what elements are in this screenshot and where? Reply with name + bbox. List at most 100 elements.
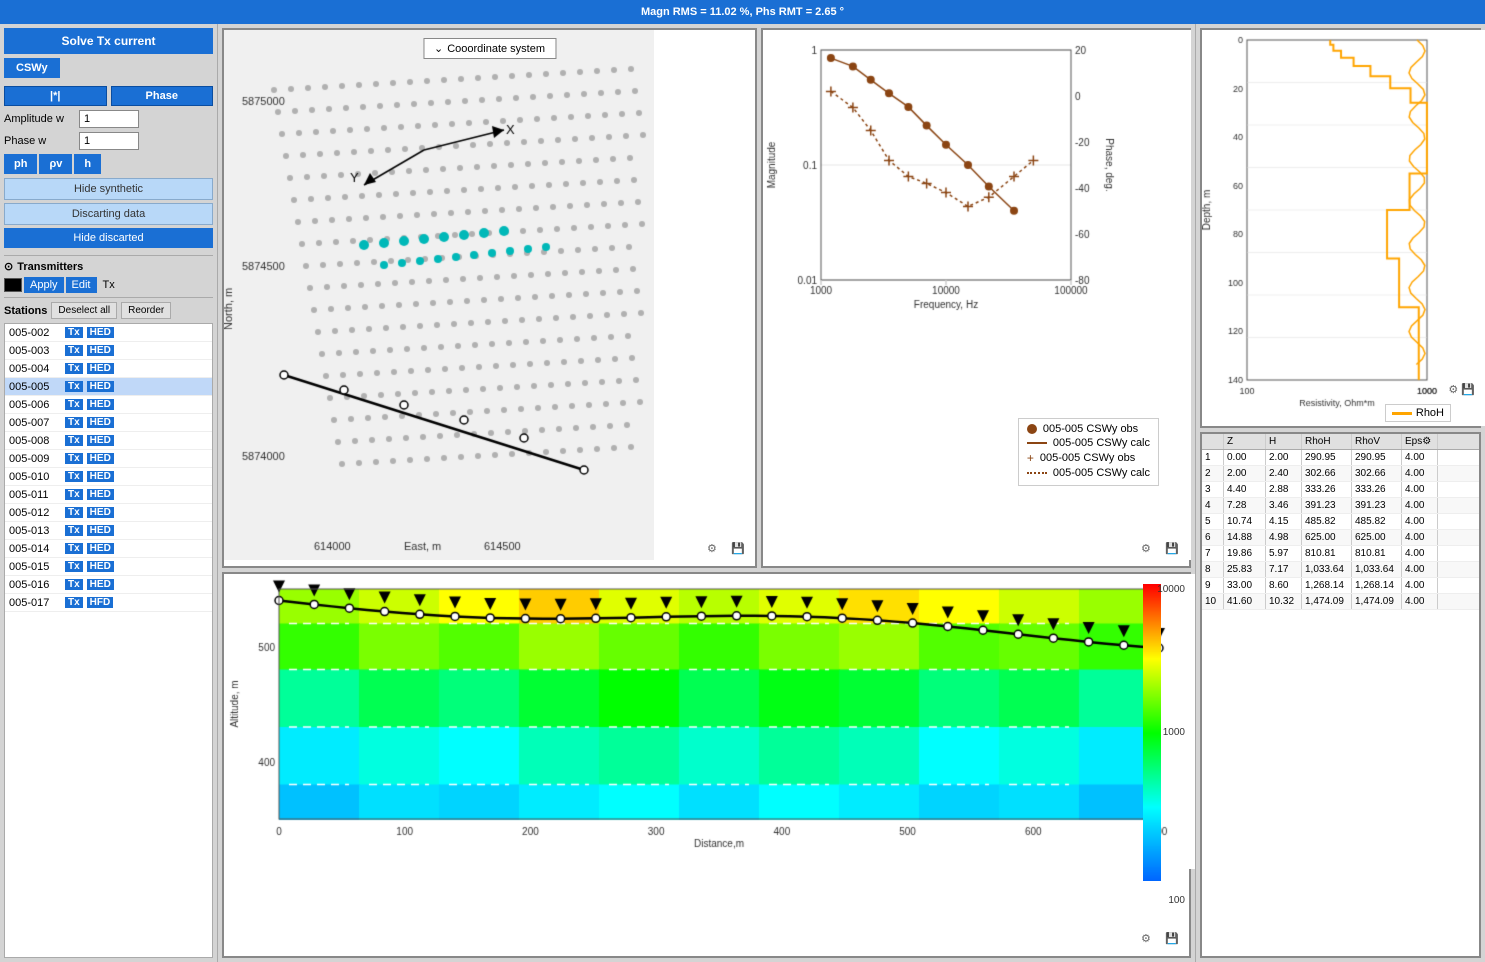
cell-z: 10.74 [1224,514,1266,529]
table-row[interactable]: 2 2.00 2.40 302.66 302.66 4.00 [1202,466,1479,482]
station-row[interactable]: 005-008 Tx HED [5,432,212,450]
depth-legend-label: RhoH [1416,407,1444,419]
depth-save-icon[interactable]: 💾 [1461,384,1475,396]
station-row[interactable]: 005-017 Tx HFD [5,594,212,612]
cell-rhov: 333.26 [1352,482,1402,497]
hide-synthetic-button[interactable]: Hide synthetic [4,178,213,200]
coordinate-system-button[interactable]: ⌄ Cooordinate system [423,38,556,59]
table-row[interactable]: 7 19.86 5.97 810.81 810.81 4.00 [1202,546,1479,562]
map-save-icon[interactable]: 💾 [731,542,749,560]
station-row[interactable]: 005-006 Tx HED [5,396,212,414]
cell-eps: 4.00 [1402,530,1438,545]
station-tx-badge: Tx [65,597,83,608]
cell-rhoh: 625.00 [1302,530,1352,545]
table-row[interactable]: 10 41.60 10.32 1,474.09 1,474.09 4.00 [1202,594,1479,610]
legend-cross-3: + [1027,451,1034,465]
rho-h-button[interactable]: h [74,154,101,174]
station-row[interactable]: 005-013 Tx HED [5,522,212,540]
table-row[interactable]: 3 4.40 2.88 333.26 333.26 4.00 [1202,482,1479,498]
table-row[interactable]: 6 14.88 4.98 625.00 625.00 4.00 [1202,530,1479,546]
station-row[interactable]: 005-011 Tx HED [5,486,212,504]
chart-panel-icons: ⚙ 💾 [1141,542,1183,560]
toggle-abs-button[interactable]: |*| [4,86,107,106]
apply-button[interactable]: Apply [24,277,64,293]
edit-button[interactable]: Edit [66,277,97,293]
station-row[interactable]: 005-010 Tx HED [5,468,212,486]
station-row[interactable]: 005-007 Tx HED [5,414,212,432]
station-hed-badge: HED [87,507,114,518]
station-hed-badge: HED [87,489,114,500]
station-tx-badge: Tx [65,453,83,464]
phase-input[interactable] [79,132,139,150]
station-name: 005-004 [9,363,61,375]
station-name: 005-010 [9,471,61,483]
station-row[interactable]: 005-009 Tx HED [5,450,212,468]
chart-gear-icon[interactable]: ⚙ [1141,542,1159,560]
station-name: 005-015 [9,561,61,573]
depth-gear-icon[interactable]: ⚙ [1448,384,1458,396]
station-row[interactable]: 005-012 Tx HED [5,504,212,522]
station-tx-badge: Tx [65,579,83,590]
station-name: 005-012 [9,507,61,519]
amplitude-input[interactable] [79,110,139,128]
solve-tx-button[interactable]: Solve Tx current [4,28,213,54]
station-row[interactable]: 005-016 Tx HED [5,576,212,594]
cell-idx: 1 [1202,450,1224,465]
discarting-data-button[interactable]: Discarting data [4,203,213,225]
station-row[interactable]: 005-014 Tx HED [5,540,212,558]
station-row[interactable]: 005-003 Tx HED [5,342,212,360]
top-bar: Magn RMS = 11.02 %, Phs RMT = 2.65 ° [0,0,1485,24]
map-canvas[interactable] [224,30,654,560]
table-row[interactable]: 4 7.28 3.46 391.23 391.23 4.00 [1202,498,1479,514]
collapse-transmitters-icon[interactable]: ⊙ [4,260,13,273]
station-tx-badge: Tx [65,399,83,410]
map-gear-icon[interactable]: ⚙ [707,542,725,560]
rho-pv-button[interactable]: ρv [39,154,72,174]
table-row[interactable]: 8 25.83 7.17 1,033.64 1,033.64 4.00 [1202,562,1479,578]
cross-gear-icon[interactable]: ⚙ [1141,932,1159,950]
station-hed-badge: HED [87,525,114,536]
station-tx-badge: Tx [65,345,83,356]
left-panel: Solve Tx current CSWy |*| Phase Amplitud… [0,24,218,962]
legend-label-4: 005-005 CSWy calc [1053,467,1150,479]
rho-ph-button[interactable]: ph [4,154,37,174]
station-hed-badge: HED [87,435,114,446]
station-hed-badge: HED [87,345,114,356]
col-header-idx [1202,434,1224,449]
cell-idx: 4 [1202,498,1224,513]
cell-rhov: 1,268.14 [1352,578,1402,593]
amplitude-label: Amplitude w [4,113,79,125]
station-name: 005-017 [9,597,61,609]
table-row[interactable]: 1 0.00 2.00 290.95 290.95 4.00 [1202,450,1479,466]
legend-dotted-4 [1027,472,1047,474]
deselect-all-button[interactable]: Deselect all [51,302,117,319]
reorder-button[interactable]: Reorder [121,302,171,319]
station-row[interactable]: 005-005 Tx HED [5,378,212,396]
table-row[interactable]: 9 33.00 8.60 1,268.14 1,268.14 4.00 [1202,578,1479,594]
cell-idx: 6 [1202,530,1224,545]
cell-z: 25.83 [1224,562,1266,577]
cell-idx: 3 [1202,482,1224,497]
station-row[interactable]: 005-015 Tx HED [5,558,212,576]
station-row[interactable]: 005-004 Tx HED [5,360,212,378]
chart-save-icon[interactable]: 💾 [1165,542,1183,560]
cell-z: 0.00 [1224,450,1266,465]
cross-section-panel: 10000 1000 100 ⚙ 💾 [222,572,1191,958]
map-panel-icons: ⚙ 💾 [707,542,749,560]
col-header-z: Z [1224,434,1266,449]
cell-h: 3.46 [1266,498,1302,513]
hide-discarted-button[interactable]: Hide discarted [4,228,213,248]
tx-label: Tx [103,279,115,291]
station-tx-badge: Tx [65,489,83,500]
cross-save-icon[interactable]: 💾 [1165,932,1183,950]
toggle-phase-button[interactable]: Phase [111,86,214,106]
cell-idx: 5 [1202,514,1224,529]
station-row[interactable]: 005-002 Tx HED [5,324,212,342]
table-row[interactable]: 5 10.74 4.15 485.82 485.82 4.00 [1202,514,1479,530]
phase-label: Phase w [4,135,79,147]
cswy-button[interactable]: CSWy [4,58,60,78]
depth-legend-line [1392,412,1412,415]
cell-idx: 2 [1202,466,1224,481]
station-hed-badge: HED [87,543,114,554]
station-name: 005-013 [9,525,61,537]
